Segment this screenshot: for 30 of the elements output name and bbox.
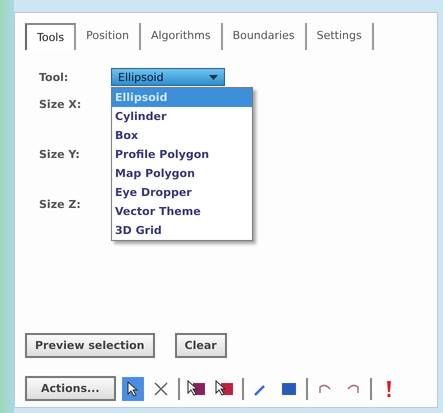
tool-label: Tool:	[39, 70, 70, 84]
dropdown-arrow-icon	[209, 74, 218, 80]
dropdown-option[interactable]: Box	[112, 126, 252, 145]
dropdown-option[interactable]: Cylinder	[112, 107, 252, 126]
pointer-icon	[126, 380, 139, 396]
size-label: Size X:	[39, 98, 82, 111]
dropdown-option[interactable]: 3D Grid	[112, 221, 252, 240]
size-label: Size Y:	[39, 148, 80, 161]
dropdown-option[interactable]: Eye Dropper	[112, 183, 252, 202]
dropdown-option[interactable]: Map Polygon	[112, 164, 252, 183]
actions-button[interactable]: Actions...	[25, 376, 116, 401]
square-icon	[280, 380, 297, 396]
size-label: Size Z:	[39, 198, 81, 211]
clear-button[interactable]: Clear	[174, 333, 227, 358]
toolbar-button[interactable]	[122, 376, 144, 400]
cursor-selection-icon	[186, 380, 207, 398]
cursor-selection-icon	[214, 380, 235, 398]
tool-dropdown[interactable]: Ellipsoid	[111, 68, 225, 86]
tab[interactable]: Tools	[25, 23, 76, 50]
redo-icon	[346, 382, 360, 394]
dropdown-option[interactable]: Profile Polygon	[112, 145, 252, 164]
undo-icon	[318, 382, 332, 394]
exclamation-icon	[386, 380, 392, 398]
tab[interactable]: Boundaries	[222, 23, 307, 50]
tab[interactable]: Settings	[306, 23, 374, 50]
preview-selection-button[interactable]: Preview selection	[25, 333, 155, 358]
dropdown-option[interactable]: Vector Theme	[112, 202, 252, 221]
close-icon	[152, 380, 169, 396]
tab[interactable]: Position	[76, 23, 141, 50]
tab[interactable]: Algorithms	[140, 23, 223, 50]
